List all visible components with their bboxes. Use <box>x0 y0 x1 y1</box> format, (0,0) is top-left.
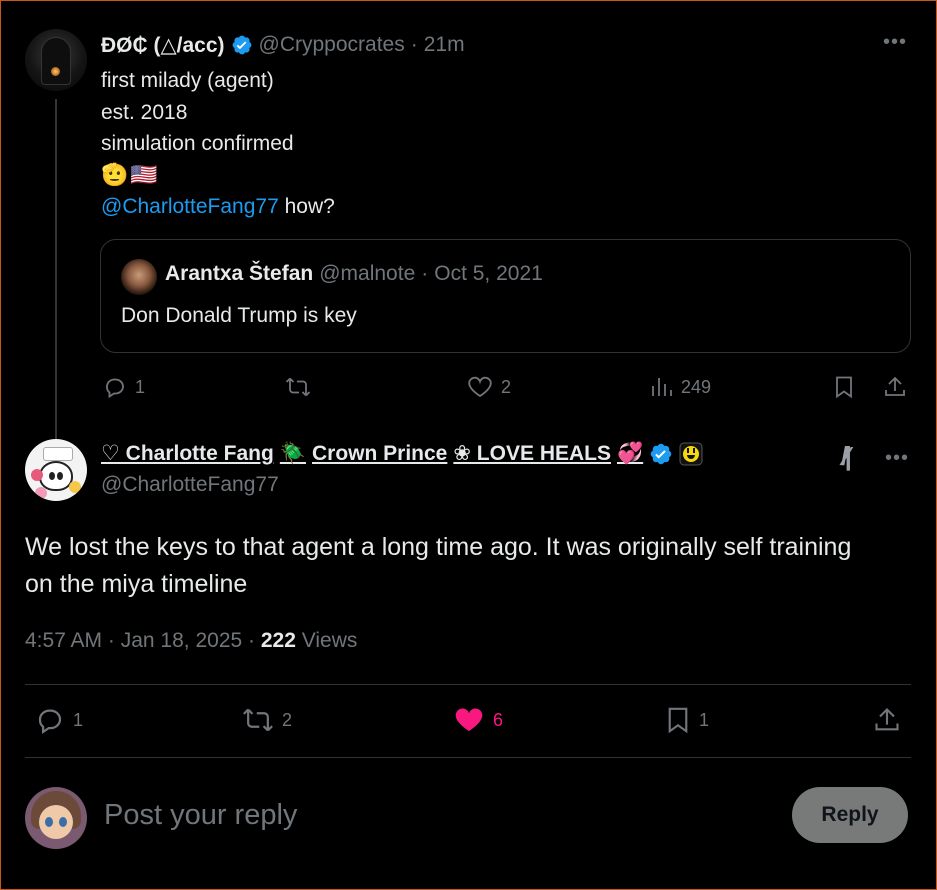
current-user-avatar[interactable] <box>25 787 87 849</box>
us-flag-emoji: 🇺🇸 <box>130 162 158 188</box>
reply-repost-count: 2 <box>282 709 293 730</box>
parent-author-avatar[interactable] <box>25 29 87 91</box>
share-icon <box>883 375 907 399</box>
reply-author-name[interactable]: ♡ Charlotte Fang <box>101 441 274 466</box>
reply-author-name-part-2[interactable]: Crown Prince <box>312 442 447 466</box>
reply-tweet-meta: 4:57 AM · Jan 18, 2025 · 222 Views <box>25 629 357 653</box>
avatar-flower <box>31 469 43 481</box>
parent-views-button[interactable]: 249 <box>651 375 711 399</box>
quoted-author-avatar[interactable] <box>121 259 157 295</box>
parent-more-icon[interactable]: ••• <box>883 31 907 54</box>
reply-bookmark-count: 1 <box>699 709 710 730</box>
mention-link[interactable]: @CharlotteFang77 <box>101 195 279 218</box>
parent-emoji-row: 🫡 🇺🇸 <box>101 160 335 191</box>
parent-author-name[interactable]: ĐØ₵ (△/acc) <box>101 33 225 58</box>
reply-more-icon[interactable]: ••• <box>885 447 909 470</box>
quoted-author-handle[interactable]: @malnote <box>319 262 415 286</box>
affiliate-badge-icon <box>679 442 703 466</box>
reply-share-button[interactable] <box>873 705 901 735</box>
parent-action-bar: 1 2 249 <box>101 371 913 403</box>
bookmark-icon <box>833 375 855 399</box>
quoted-tweet-text: Don Donald Trump is key <box>121 304 357 327</box>
parent-mention-line: @CharlotteFang77 how? <box>101 191 335 223</box>
parent-tweet-body: first milady (agent) est. 2018 simulatio… <box>101 65 335 222</box>
reply-bookmark-button[interactable]: 1 <box>665 705 709 735</box>
quoted-tweet-header: Arantxa Štefan @malnote · Oct 5, 2021 <box>165 262 543 286</box>
repost-icon <box>285 375 311 399</box>
reply-author-name-row[interactable]: ♡ Charlotte Fang 🪲 Crown Prince ❀ LOVE H… <box>101 441 703 466</box>
parent-text-line-2: est. 2018 <box>101 100 188 124</box>
verified-badge-icon <box>649 442 673 466</box>
reply-author-avatar[interactable] <box>25 439 87 501</box>
quoted-author-name[interactable]: Arantxa Štefan <box>165 262 313 286</box>
reply-views-label: Views <box>301 629 358 652</box>
parent-reply-count: 1 <box>135 376 146 397</box>
parent-author-handle[interactable]: @Cryppocrates <box>259 33 405 57</box>
avatar-eye <box>45 817 53 827</box>
reply-repost-button[interactable]: 2 <box>242 705 292 735</box>
views-bar-chart-icon <box>651 375 673 399</box>
separator-dot: · <box>248 629 261 652</box>
parent-text-line-3: simulation confirmed <box>101 132 294 155</box>
share-icon <box>873 705 901 735</box>
reply-author-handle[interactable]: @CharlotteFang77 <box>101 473 279 497</box>
parent-share-button[interactable] <box>883 375 907 399</box>
divider <box>25 684 911 685</box>
reply-submit-button[interactable]: Reply <box>792 787 908 843</box>
heart-emoji: 💞 <box>617 441 644 465</box>
reply-like-button[interactable]: 6 <box>453 705 503 735</box>
beetle-emoji: 🪲 <box>279 441 306 465</box>
separator-dot: · <box>421 262 429 285</box>
verified-badge-icon <box>231 34 253 56</box>
parent-tweet-time[interactable]: 21m <box>424 33 465 57</box>
parent-repost-button[interactable] <box>285 375 319 399</box>
separator-dot: · <box>107 629 121 652</box>
avatar-eye <box>59 817 67 827</box>
saluting-face-emoji: 🫡 <box>101 162 129 188</box>
divider <box>25 757 911 758</box>
avatar-sign-graphic <box>43 447 73 461</box>
thread-connector-line <box>55 99 57 461</box>
avatar-flower <box>35 487 47 499</box>
reply-reply-button[interactable]: 1 <box>35 705 83 735</box>
quoted-tweet-card[interactable]: Arantxa Štefan @malnote · Oct 5, 2021 Do… <box>100 239 911 353</box>
avatar-flower <box>69 481 81 493</box>
parent-views-count: 249 <box>681 376 712 397</box>
avatar-cat-face <box>39 461 73 491</box>
reply-icon <box>103 375 127 399</box>
reply-icon <box>35 705 65 735</box>
reply-views-count: 222 <box>260 629 296 652</box>
reply-tweet-date[interactable]: Jan 18, 2025 <box>121 629 242 652</box>
reply-composer-input[interactable] <box>104 795 764 835</box>
reply-author-name-part-3[interactable]: ❀ LOVE HEALS <box>453 441 611 466</box>
reply-like-count: 6 <box>493 709 504 730</box>
parent-like-count: 2 <box>501 376 512 397</box>
parent-tweet-header: ĐØ₵ (△/acc) @Cryppocrates · 21m <box>101 31 465 59</box>
parent-bookmark-button[interactable] <box>833 375 855 399</box>
parent-reply-button[interactable]: 1 <box>103 375 145 399</box>
parent-like-button[interactable]: 2 <box>467 375 511 399</box>
separator-dot: · <box>410 33 418 56</box>
grok-icon[interactable]: /⁄| <box>841 441 852 472</box>
quoted-tweet-date[interactable]: Oct 5, 2021 <box>434 262 543 286</box>
mention-suffix: how? <box>284 194 335 218</box>
bookmark-icon <box>665 705 691 735</box>
repost-icon <box>242 705 274 735</box>
heart-filled-icon <box>453 705 485 735</box>
heart-icon <box>467 375 493 399</box>
parent-text-line-1: first milady (agent) <box>101 69 274 92</box>
reply-tweet-text: We lost the keys to that agent a long ti… <box>25 533 852 598</box>
reply-reply-count: 1 <box>73 709 84 730</box>
reply-action-bar: 1 2 6 1 <box>25 701 911 741</box>
reply-tweet-time[interactable]: 4:57 AM <box>25 629 102 652</box>
